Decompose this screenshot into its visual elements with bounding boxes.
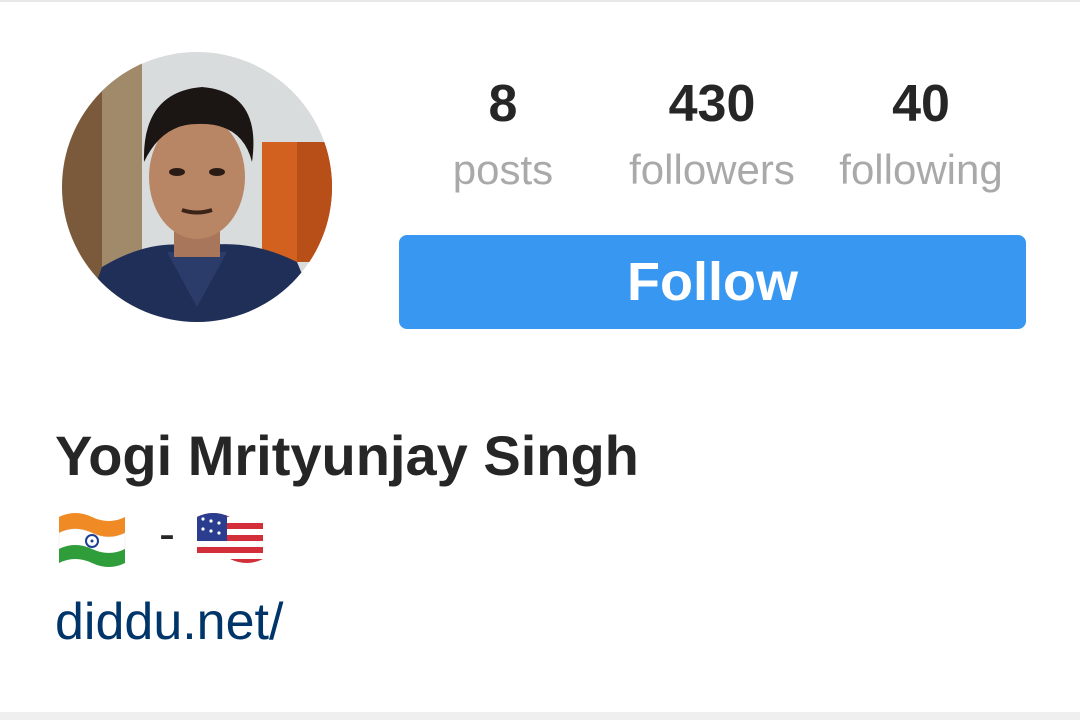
posts-count: 8 xyxy=(488,75,518,133)
follow-button[interactable]: Follow xyxy=(399,235,1026,329)
followers-count: 430 xyxy=(668,75,756,133)
profile-avatar[interactable] xyxy=(62,52,332,322)
following-label: following xyxy=(839,146,1003,193)
stat-posts[interactable]: 8 posts xyxy=(403,70,603,198)
bottom-divider xyxy=(0,712,1080,720)
posts-label: posts xyxy=(452,146,554,193)
avatar-photo xyxy=(62,52,332,322)
india-flag-icon xyxy=(58,513,126,567)
profile-name: Yogi Mrityunjay Singh xyxy=(55,424,639,487)
followers-label: followers xyxy=(629,146,795,193)
stat-following[interactable]: 40 following xyxy=(821,70,1021,198)
bio-separator: - xyxy=(159,508,175,561)
top-divider xyxy=(0,0,1080,2)
following-count: 40 xyxy=(892,75,950,133)
stat-followers[interactable]: 430 followers xyxy=(612,70,812,198)
profile-website-link[interactable]: diddu.net/ xyxy=(55,590,283,654)
profile-bio: - xyxy=(55,503,375,569)
us-flag-icon xyxy=(197,513,263,563)
